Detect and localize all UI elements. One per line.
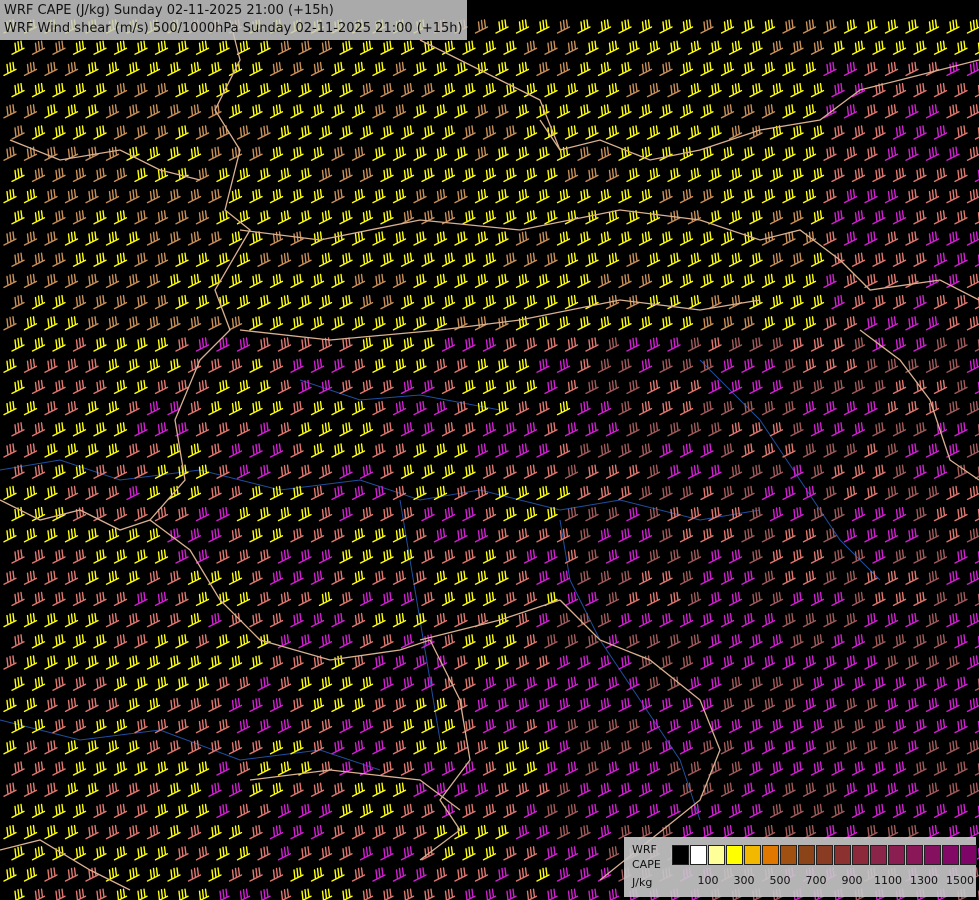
legend-swatch — [942, 845, 959, 865]
legend-swatch — [888, 845, 905, 865]
map-title-box: WRF CAPE (J/kg) Sunday 02-11-2025 21:00 … — [0, 0, 467, 40]
legend-tick-label: 500 — [769, 874, 791, 887]
legend-swatch — [906, 845, 923, 865]
wind-shear-title: WRF Wind shear (m/s) 500/1000hPa Sunday … — [4, 21, 463, 36]
legend-swatch — [726, 845, 743, 865]
cape-title: WRF CAPE (J/kg) Sunday 02-11-2025 21:00 … — [4, 3, 334, 18]
legend-swatch — [780, 845, 797, 865]
legend-swatch — [852, 845, 869, 865]
legend-tick-label: 300 — [733, 874, 755, 887]
legend-tick-label: 100 — [697, 874, 719, 887]
legend-swatch — [672, 845, 689, 865]
legend-swatch — [690, 845, 707, 865]
legend-tick-label: 1300 — [910, 874, 938, 887]
legend-tick-label: 1100 — [874, 874, 902, 887]
legend-tick-label: 900 — [841, 874, 863, 887]
legend-swatch — [870, 845, 887, 865]
legend-swatch — [762, 845, 779, 865]
legend-swatch — [960, 845, 977, 865]
legend-swatch — [924, 845, 941, 865]
legend-field-label: CAPE — [632, 858, 661, 871]
legend-tick-label: 1500 — [946, 874, 974, 887]
map-canvas — [0, 0, 979, 900]
legend-unit-label: J/kg — [632, 876, 653, 889]
legend-model-label: WRF — [632, 843, 657, 856]
legend-swatch — [744, 845, 761, 865]
cape-legend: WRF CAPE J/kg 100 300 500 700 900 1100 1300 150… — [624, 837, 977, 897]
legend-swatch — [834, 845, 851, 865]
legend-swatch — [708, 845, 725, 865]
legend-tick-label: 700 — [805, 874, 827, 887]
legend-swatch — [816, 845, 833, 865]
legend-swatch — [798, 845, 815, 865]
